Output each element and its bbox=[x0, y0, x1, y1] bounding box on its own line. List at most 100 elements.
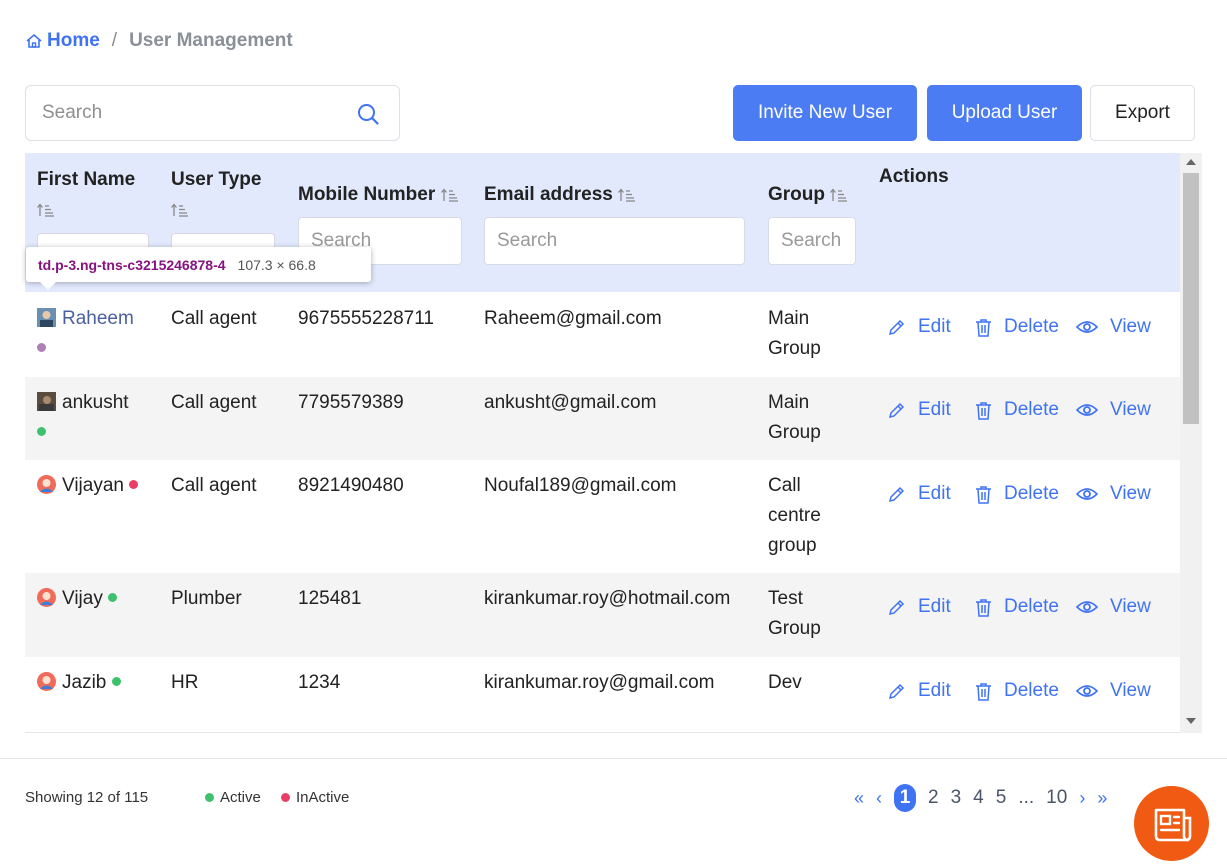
group-cell: Main Group bbox=[768, 304, 821, 364]
first-name-cell: Jazib bbox=[37, 668, 121, 698]
trash-icon bbox=[976, 401, 991, 420]
mobile-cell: 8921490480 bbox=[298, 475, 404, 496]
table-row[interactable]: ankusht Call agent 7795579389 ankusht@gm… bbox=[25, 377, 1180, 460]
eye-icon bbox=[1076, 404, 1098, 416]
group-line: Group bbox=[768, 618, 821, 639]
newspaper-icon bbox=[1154, 808, 1191, 841]
next-page-icon[interactable]: › bbox=[1079, 788, 1085, 809]
user-type-cell: HR bbox=[171, 672, 199, 693]
user-name: Raheem bbox=[62, 308, 134, 329]
delete-button[interactable]: Delete bbox=[975, 316, 1059, 338]
user-name: Vijayan bbox=[62, 475, 124, 496]
edit-button[interactable]: Edit bbox=[887, 316, 951, 338]
eye-icon bbox=[1076, 488, 1098, 500]
legend-active: Active bbox=[205, 789, 261, 806]
group-line: Dev bbox=[768, 672, 802, 693]
avatar bbox=[37, 588, 56, 607]
delete-label: Delete bbox=[1004, 680, 1059, 701]
page-2[interactable]: 2 bbox=[928, 787, 939, 809]
search-icon[interactable] bbox=[357, 103, 379, 125]
export-button[interactable]: Export bbox=[1090, 85, 1195, 141]
email-filter-input[interactable] bbox=[484, 217, 745, 265]
table-row[interactable]: Jazib HR 1234 kirankumar.roy@gmail.com D… bbox=[25, 657, 1180, 732]
table-row[interactable]: Raheem Call agent 9675555228711 Raheem@g… bbox=[25, 293, 1180, 377]
header-first-name[interactable]: First Name bbox=[37, 169, 135, 191]
delete-button[interactable]: Delete bbox=[975, 596, 1059, 618]
status-dot bbox=[108, 593, 118, 602]
search-input[interactable] bbox=[26, 102, 336, 124]
delete-label: Delete bbox=[1004, 596, 1059, 617]
page-10[interactable]: 10 bbox=[1046, 787, 1067, 809]
delete-label: Delete bbox=[1004, 399, 1059, 420]
prev-page-icon[interactable]: ‹ bbox=[876, 788, 882, 809]
eye-icon bbox=[1076, 685, 1098, 697]
group-line: Group bbox=[768, 422, 821, 443]
pagination: « ‹ 1 2 3 4 5 ... 10 › » bbox=[848, 784, 1113, 812]
invite-new-user-button[interactable]: Invite New User bbox=[733, 85, 917, 141]
table-row[interactable]: Vijay Plumber 125481 kirankumar.roy@hotm… bbox=[25, 573, 1180, 657]
breadcrumb-home-link[interactable]: Home bbox=[47, 30, 100, 52]
first-name-cell: Raheem bbox=[37, 304, 147, 364]
page-4[interactable]: 4 bbox=[973, 787, 984, 809]
first-name-cell: Vijayan bbox=[37, 471, 139, 501]
scroll-up-arrow-icon[interactable] bbox=[1186, 159, 1196, 165]
edit-icon bbox=[888, 683, 905, 699]
active-dot bbox=[205, 793, 214, 802]
header-user-type[interactable]: User Type bbox=[171, 169, 261, 191]
delete-button[interactable]: Delete bbox=[975, 399, 1059, 421]
view-label: View bbox=[1110, 596, 1151, 617]
header-group[interactable]: Group bbox=[768, 184, 848, 206]
header-email-label: Email address bbox=[484, 184, 613, 205]
sort-icon[interactable] bbox=[830, 188, 848, 202]
avatar bbox=[37, 308, 56, 327]
first-name-cell: Vijay bbox=[37, 584, 118, 614]
edit-button[interactable]: Edit bbox=[887, 483, 951, 505]
home-icon[interactable] bbox=[25, 32, 43, 50]
mobile-cell: 9675555228711 bbox=[298, 308, 434, 329]
trash-icon bbox=[976, 485, 991, 504]
user-type-cell: Call agent bbox=[171, 308, 257, 329]
scroll-down-arrow-icon[interactable] bbox=[1186, 718, 1196, 724]
page-3[interactable]: 3 bbox=[951, 787, 962, 809]
email-cell: Noufal189@gmail.com bbox=[484, 475, 677, 496]
delete-button[interactable]: Delete bbox=[975, 483, 1059, 505]
status-dot bbox=[111, 677, 121, 686]
header-mobile-number[interactable]: Mobile Number bbox=[298, 184, 459, 206]
view-button[interactable]: View bbox=[1076, 596, 1151, 618]
view-button[interactable]: View bbox=[1076, 316, 1151, 338]
first-page-icon[interactable]: « bbox=[854, 788, 864, 809]
scrollbar-thumb[interactable] bbox=[1183, 173, 1199, 424]
page-1[interactable]: 1 bbox=[894, 784, 917, 812]
group-line: Call bbox=[768, 475, 801, 496]
header-email-address[interactable]: Email address bbox=[484, 184, 636, 206]
status-dot bbox=[37, 343, 46, 352]
edit-button[interactable]: Edit bbox=[887, 596, 951, 618]
showing-count: Showing 12 of 115 bbox=[25, 789, 149, 806]
table-row[interactable]: Vijayan Call agent 8921490480 Noufal189@… bbox=[25, 460, 1180, 573]
view-button[interactable]: View bbox=[1076, 399, 1151, 421]
user-type-cell: Call agent bbox=[171, 392, 257, 413]
sort-icon[interactable] bbox=[171, 201, 189, 219]
news-fab-button[interactable] bbox=[1134, 786, 1209, 861]
last-page-icon[interactable]: » bbox=[1097, 788, 1107, 809]
trash-icon bbox=[976, 682, 991, 701]
edit-button[interactable]: Edit bbox=[887, 399, 951, 421]
avatar bbox=[37, 672, 56, 691]
sort-icon[interactable] bbox=[618, 188, 636, 202]
breadcrumb-current: User Management bbox=[129, 30, 293, 51]
mobile-cell: 1234 bbox=[298, 672, 341, 693]
group-filter-input[interactable] bbox=[768, 217, 856, 265]
eye-icon bbox=[1076, 321, 1098, 333]
table-scrollbar[interactable] bbox=[1180, 153, 1202, 733]
delete-button[interactable]: Delete bbox=[975, 680, 1059, 702]
user-name: Vijay bbox=[62, 588, 103, 609]
sort-icon[interactable] bbox=[37, 201, 55, 219]
view-button[interactable]: View bbox=[1076, 680, 1151, 702]
sort-icon[interactable] bbox=[440, 188, 459, 202]
page-5[interactable]: 5 bbox=[996, 787, 1007, 809]
group-line: Main bbox=[768, 308, 810, 329]
view-button[interactable]: View bbox=[1076, 483, 1151, 505]
header-actions: Actions bbox=[879, 166, 949, 187]
upload-user-button[interactable]: Upload User bbox=[927, 85, 1082, 141]
edit-button[interactable]: Edit bbox=[887, 680, 951, 702]
